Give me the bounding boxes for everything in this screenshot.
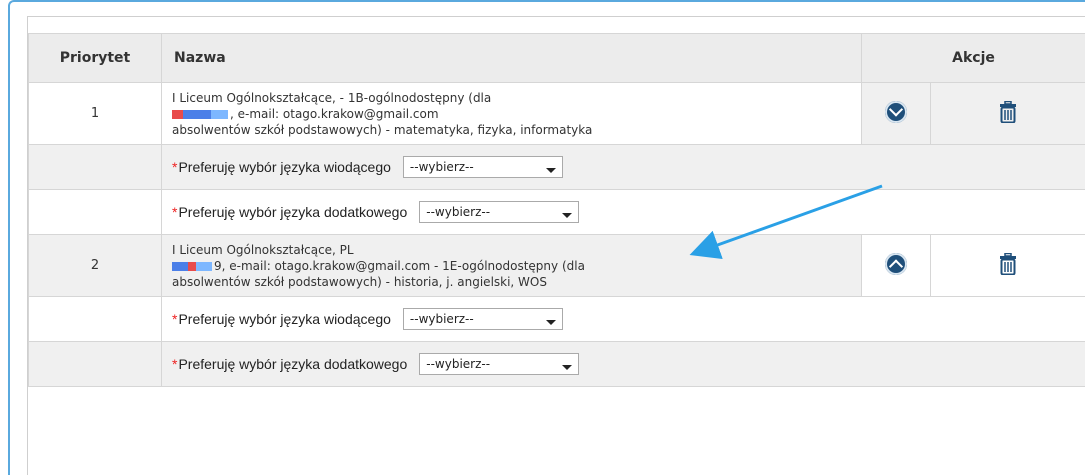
trash-icon[interactable] [999, 252, 1017, 275]
preference-row: * Preferuję wybór języka wiodącego --wyb… [28, 296, 1085, 342]
required-marker: * [172, 356, 178, 372]
table-row: 2 I Liceum Ogólnokształcące, PL 9, e-mai… [28, 234, 1085, 297]
move-cell[interactable] [861, 234, 931, 297]
header-priority: Priorytet [28, 33, 162, 83]
additional-language-select[interactable]: --wybierz-- [419, 353, 580, 375]
preference-cell: * Preferuję wybór języka wiodącego --wyb… [161, 144, 1085, 190]
leading-language-select[interactable]: --wybierz-- [402, 156, 563, 178]
preference-label: Preferuję wybór języka dodatkowego [178, 204, 408, 220]
preference-cell: * Preferuję wybór języka wiodącego --wyb… [161, 296, 1085, 342]
empty-cell [28, 189, 162, 235]
preference-row: * Preferuję wybór języka wiodącego --wyb… [28, 144, 1085, 190]
preference-label: Preferuję wybór języka dodatkowego [178, 356, 408, 372]
caret-down-icon [562, 212, 573, 218]
required-marker: * [172, 204, 178, 220]
empty-cell [28, 144, 162, 190]
preference-row: * Preferuję wybór języka dodatkowego --w… [28, 341, 1085, 387]
preference-row: * Preferuję wybór języka dodatkowego --w… [28, 189, 1085, 235]
move-cell[interactable] [861, 82, 931, 145]
redacted-phone [172, 109, 228, 119]
preference-label: Preferuję wybór języka wiodącego [178, 159, 391, 175]
priority-cell: 1 [28, 82, 162, 145]
caret-down-icon [562, 364, 573, 370]
additional-language-select[interactable]: --wybierz-- [419, 201, 580, 223]
description-line: , e-mail: otago.krakow@gmail.com [172, 106, 851, 122]
priority-cell: 2 [28, 234, 162, 297]
header-name: Nazwa [161, 33, 862, 83]
table-header: Priorytet Nazwa Akcje [28, 33, 1085, 83]
trash-icon[interactable] [999, 100, 1017, 123]
preference-label: Preferuję wybór języka wiodącego [178, 311, 391, 327]
description-line: I Liceum Ogólnokształcące, PL [172, 242, 354, 257]
description-line: absolwentów szkół podstawowych) - matema… [172, 122, 593, 137]
caret-down-icon [545, 167, 556, 173]
caret-down-icon [545, 319, 556, 325]
preference-cell: * Preferuję wybór języka dodatkowego --w… [161, 341, 1085, 387]
delete-cell[interactable] [930, 234, 1085, 297]
empty-cell [28, 296, 162, 342]
description-line: absolwentów szkół podstawowych) - histor… [172, 274, 547, 289]
required-marker: * [172, 159, 178, 175]
school-description: I Liceum Ogólnokształcące, PL 9, e-mail:… [161, 234, 862, 297]
description-line: 9, e-mail: otago.krakow@gmail.com - 1E-o… [172, 258, 851, 274]
priority-table: Priorytet Nazwa Akcje 1 I Liceum Ogólnok… [28, 33, 1085, 387]
required-marker: * [172, 311, 178, 327]
header-actions: Akcje [861, 33, 1085, 83]
chevron-down-circle-icon[interactable] [885, 100, 907, 123]
redacted-phone [172, 261, 212, 271]
school-description: I Liceum Ogólnokształcące, - 1B-ogólnodo… [161, 82, 862, 145]
leading-language-select[interactable]: --wybierz-- [402, 308, 563, 330]
preference-cell: * Preferuję wybór języka dodatkowego --w… [161, 189, 1085, 235]
chevron-up-circle-icon[interactable] [885, 252, 907, 275]
delete-cell[interactable] [930, 82, 1085, 145]
description-line: I Liceum Ogólnokształcące, - 1B-ogólnodo… [172, 90, 492, 105]
empty-cell [28, 341, 162, 387]
table-row: 1 I Liceum Ogólnokształcące, - 1B-ogólno… [28, 82, 1085, 145]
